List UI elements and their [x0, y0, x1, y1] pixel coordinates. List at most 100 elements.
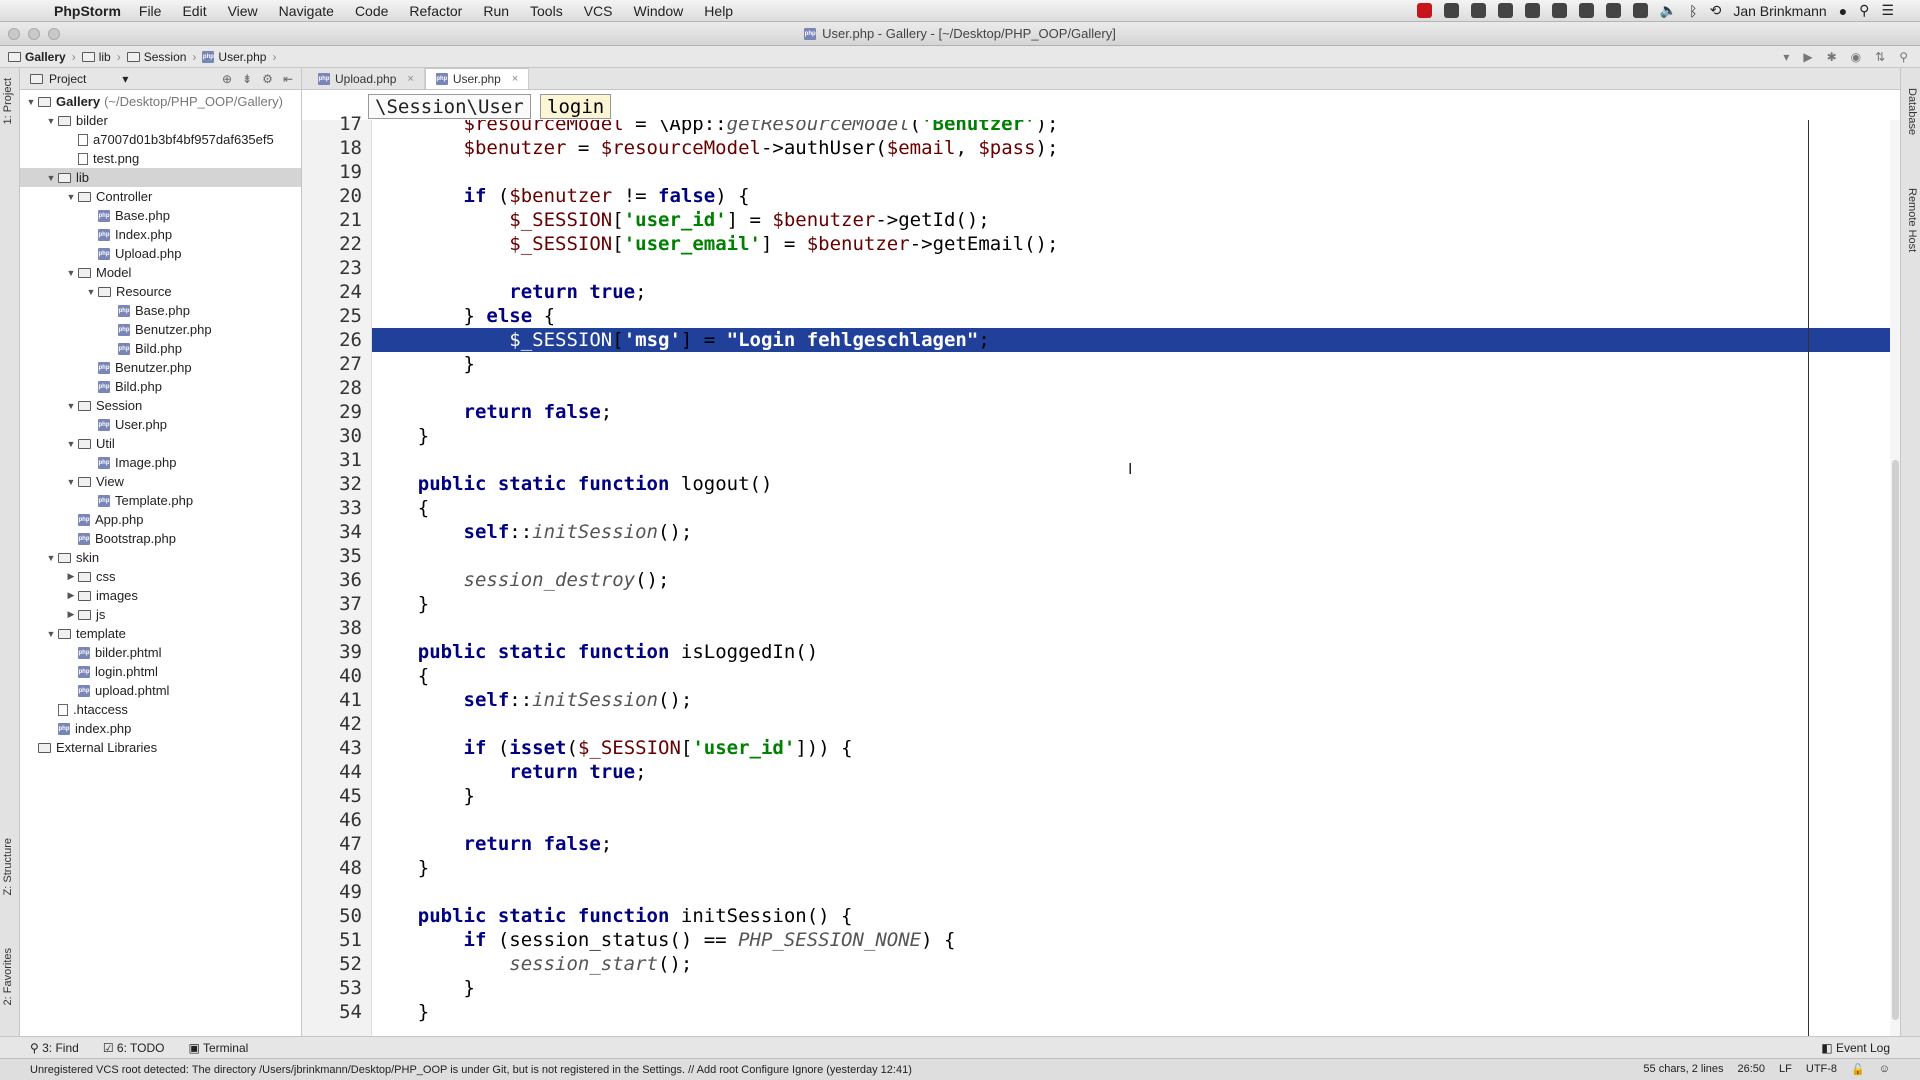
nav-crumb-session[interactable]: Session — [126, 50, 186, 64]
expand-arrow-icon[interactable]: ▼ — [44, 116, 58, 126]
expand-arrow-icon[interactable]: ▼ — [64, 192, 78, 202]
code-line[interactable] — [372, 448, 1900, 472]
display-icon[interactable] — [1632, 3, 1648, 18]
dropbox-icon[interactable] — [1443, 3, 1459, 18]
tree-item[interactable]: ▶External Libraries — [20, 738, 301, 757]
zoom-window-button[interactable] — [48, 28, 60, 40]
nav-crumb-gallery[interactable]: Gallery — [8, 50, 66, 64]
code-line[interactable]: if ($benutzer != false) { — [372, 184, 1900, 208]
menu-help[interactable]: Help — [704, 3, 733, 19]
scrollbar-thumb[interactable] — [1892, 460, 1899, 1020]
breadcrumb-method[interactable]: login — [540, 94, 612, 119]
record-icon[interactable] — [1416, 3, 1432, 18]
status-message[interactable]: Unregistered VCS root detected: The dire… — [30, 1064, 912, 1076]
creative-cloud-icon[interactable] — [1578, 3, 1594, 18]
structure-tool-tab[interactable]: Z: Structure — [2, 838, 14, 895]
coverage-icon[interactable]: ◉ — [1851, 50, 1861, 64]
favorites-tool-tab[interactable]: 2: Favorites — [2, 948, 14, 1005]
code-line[interactable]: $_SESSION['user_email'] = $benutzer->get… — [372, 232, 1900, 256]
vcs-update-icon[interactable]: ⇅ — [1875, 50, 1885, 64]
tree-item[interactable]: ▶phpBild.php — [20, 377, 301, 396]
expand-arrow-icon[interactable]: ▼ — [64, 439, 78, 449]
menu-view[interactable]: View — [228, 3, 258, 19]
project-tool-tab[interactable]: 1: Project — [2, 78, 14, 124]
code-line[interactable] — [372, 376, 1900, 400]
code-line[interactable] — [372, 616, 1900, 640]
tree-item[interactable]: ▶phpImage.php — [20, 453, 301, 472]
tree-item[interactable]: ▼ Controller — [20, 187, 301, 206]
code-line[interactable]: } — [372, 424, 1900, 448]
onepassword-icon[interactable] — [1524, 3, 1540, 18]
code-line-selected[interactable]: $_SESSION['msg'] = "Login fehlgeschlagen… — [372, 328, 1900, 352]
code-line[interactable]: $resourceModel = \App::getResourceModel(… — [372, 120, 1900, 136]
evernote-helper-icon[interactable] — [1605, 3, 1621, 18]
code-line[interactable] — [372, 880, 1900, 904]
tree-item[interactable]: ▶phpBenutzer.php — [20, 358, 301, 377]
tree-item[interactable]: ▶ css — [20, 567, 301, 586]
evernote-icon[interactable] — [1470, 3, 1486, 18]
tree-item[interactable]: ▶phpApp.php — [20, 510, 301, 529]
code-line[interactable]: self::initSession(); — [372, 688, 1900, 712]
tab-user-php[interactable]: php User.php × — [424, 68, 530, 89]
bluetooth-icon[interactable]: ᛒ — [1689, 3, 1697, 19]
todo-tool-tab[interactable]: ☑ 6: TODO — [103, 1041, 165, 1055]
notification-center-icon[interactable]: ☰ — [1881, 2, 1894, 19]
code-line[interactable]: return true; — [372, 280, 1900, 304]
expand-arrow-icon[interactable]: ▼ — [64, 401, 78, 411]
code-line[interactable]: } — [372, 856, 1900, 880]
file-encoding[interactable]: UTF-8 — [1806, 1063, 1837, 1076]
tree-item[interactable]: ▶phpupload.phtml — [20, 681, 301, 700]
code-line[interactable]: { — [372, 496, 1900, 520]
hide-panel-icon[interactable]: ⇤ — [283, 72, 293, 86]
code-line[interactable] — [372, 808, 1900, 832]
code-line[interactable] — [372, 544, 1900, 568]
spotlight-icon[interactable]: ⚲ — [1859, 2, 1869, 19]
tree-item[interactable]: ▼ View — [20, 472, 301, 491]
tree-item[interactable]: ▶.htaccess — [20, 700, 301, 719]
event-log-tab[interactable]: ◧ Event Log — [1821, 1041, 1920, 1055]
database-tool-tab[interactable]: Database — [1906, 88, 1918, 135]
terminal-tool-tab[interactable]: ▣ Terminal — [188, 1041, 248, 1055]
run-icon[interactable]: ▶ — [1803, 50, 1812, 64]
editor-scrollbar[interactable] — [1890, 120, 1900, 1036]
tree-item[interactable]: ▼ Util — [20, 434, 301, 453]
code-line[interactable]: } — [372, 1000, 1900, 1024]
menu-refactor[interactable]: Refactor — [409, 3, 462, 19]
code-line[interactable]: $_SESSION['user_id'] = $benutzer->getId(… — [372, 208, 1900, 232]
caret-position[interactable]: 26:50 — [1738, 1063, 1766, 1076]
code-line[interactable]: public static function initSession() { — [372, 904, 1900, 928]
code-line[interactable]: public static function logout() — [372, 472, 1900, 496]
collapse-all-icon[interactable]: ⇟ — [242, 72, 252, 86]
tree-item[interactable]: ▶phpBase.php — [20, 206, 301, 225]
line-separator[interactable]: LF — [1779, 1063, 1792, 1076]
tab-upload-php[interactable]: php Upload.php × — [308, 68, 425, 89]
run-config-dropdown-icon[interactable]: ▾ — [1783, 50, 1789, 64]
code-line[interactable]: } — [372, 784, 1900, 808]
username[interactable]: Jan Brinkmann — [1733, 3, 1826, 19]
nav-crumb-lib[interactable]: lib — [81, 50, 111, 64]
code-line[interactable]: $benutzer = $resourceModel->authUser($em… — [372, 136, 1900, 160]
close-icon[interactable]: × — [512, 73, 518, 85]
code-line[interactable]: return false; — [372, 832, 1900, 856]
menu-navigate[interactable]: Navigate — [279, 3, 334, 19]
code-line[interactable]: if (isset($_SESSION['user_id'])) { — [372, 736, 1900, 760]
menu-tools[interactable]: Tools — [530, 3, 563, 19]
code-line[interactable]: if (session_status() == PHP_SESSION_NONE… — [372, 928, 1900, 952]
tree-item[interactable]: ▶phpTemplate.php — [20, 491, 301, 510]
code-line[interactable]: } else { — [372, 304, 1900, 328]
code-line[interactable]: } — [372, 352, 1900, 376]
expand-arrow-icon[interactable]: ▼ — [64, 268, 78, 278]
scroll-from-source-icon[interactable]: ⊕ — [222, 72, 232, 86]
time-machine-icon[interactable]: ⟲ — [1710, 2, 1722, 19]
expand-arrow-icon[interactable]: ▼ — [44, 553, 58, 563]
menu-edit[interactable]: Edit — [182, 3, 206, 19]
code-line[interactable]: self::initSession(); — [372, 520, 1900, 544]
project-view-selector[interactable]: Project — [49, 72, 86, 86]
chevron-down-icon[interactable]: ▾ — [122, 72, 128, 86]
tree-item[interactable]: ▶ images — [20, 586, 301, 605]
inspector-icon[interactable]: ☺ — [1879, 1063, 1890, 1076]
close-icon[interactable]: × — [407, 73, 413, 85]
code-line[interactable]: } — [372, 592, 1900, 616]
gear-icon[interactable]: ⚙ — [262, 72, 273, 86]
menu-file[interactable]: File — [139, 3, 162, 19]
